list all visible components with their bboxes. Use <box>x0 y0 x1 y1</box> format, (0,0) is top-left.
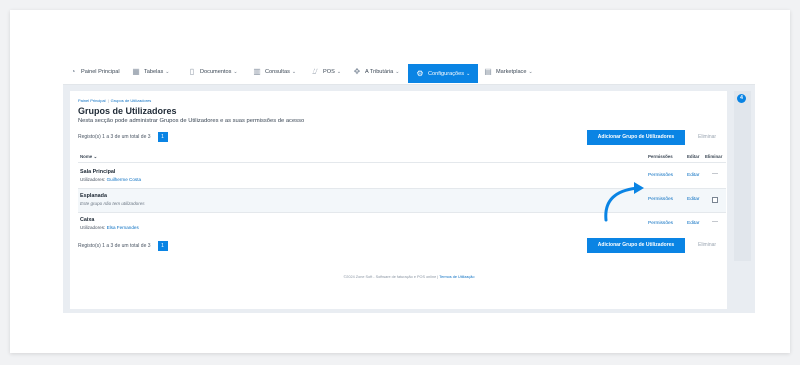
screenshot-frame: ◔ Painel Principal ▦ Tabelas ⌄ ▯ Documen… <box>10 10 790 353</box>
pointer-arrow-icon <box>604 182 644 222</box>
